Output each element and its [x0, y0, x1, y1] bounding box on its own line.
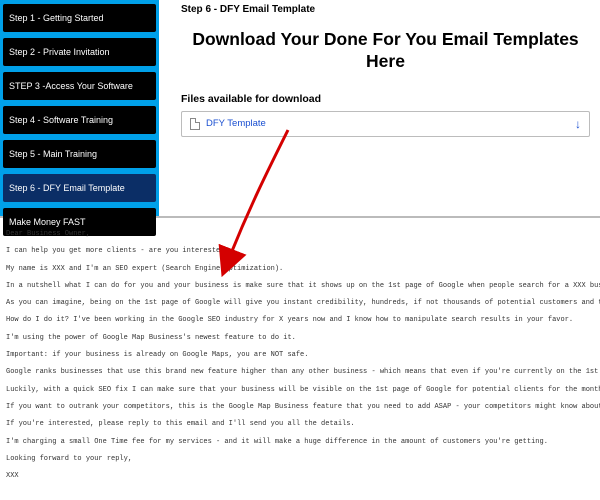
- email-line: Looking forward to your reply,: [6, 453, 594, 466]
- sidebar-item-step3[interactable]: STEP 3 -Access Your Software: [3, 72, 156, 100]
- files-available-label: Files available for download: [181, 93, 590, 105]
- page-title: Download Your Done For You Email Templat…: [181, 29, 590, 73]
- file-name: DFY Template: [206, 118, 266, 129]
- email-line: In a nutshell what I can do for you and …: [6, 280, 594, 293]
- sidebar-item-step1[interactable]: Step 1 - Getting Started: [3, 4, 156, 32]
- step-title: Step 6 - DFY Email Template: [181, 4, 590, 15]
- email-template-body: Dear Business Owner, I can help you get …: [0, 218, 600, 497]
- email-line: I'm using the power of Google Map Busine…: [6, 332, 594, 345]
- email-line: Luckily, with a quick SEO fix I can make…: [6, 384, 594, 397]
- email-line: I can help you get more clients - are yo…: [6, 245, 594, 258]
- file-download-row[interactable]: DFY Template ↓: [181, 111, 590, 137]
- email-line: As you can imagine, being on the 1st pag…: [6, 297, 594, 310]
- email-line: My name is XXX and I'm an SEO expert (Se…: [6, 263, 594, 276]
- main-panel: Step 6 - DFY Email Template Download You…: [159, 0, 600, 216]
- document-icon: [190, 118, 200, 130]
- sidebar-item-step5[interactable]: Step 5 - Main Training: [3, 140, 156, 168]
- email-line: If you want to outrank your competitors,…: [6, 401, 594, 414]
- sidebar-item-step4[interactable]: Step 4 - Software Training: [3, 106, 156, 134]
- email-line: I'm charging a small One Time fee for my…: [6, 436, 594, 449]
- sidebar-item-step6[interactable]: Step 6 - DFY Email Template: [3, 174, 156, 202]
- email-line: How do I do it? I've been working in the…: [6, 314, 594, 327]
- email-line: Important: if your business is already o…: [6, 349, 594, 362]
- step-sidebar: Step 1 - Getting Started Step 2 - Privat…: [0, 0, 159, 216]
- download-icon[interactable]: ↓: [575, 117, 581, 131]
- email-line: XXX: [6, 470, 594, 483]
- email-line: Google ranks businesses that use this br…: [6, 366, 594, 379]
- email-line: If you're interested, please reply to th…: [6, 418, 594, 431]
- sidebar-item-step2[interactable]: Step 2 - Private Invitation: [3, 38, 156, 66]
